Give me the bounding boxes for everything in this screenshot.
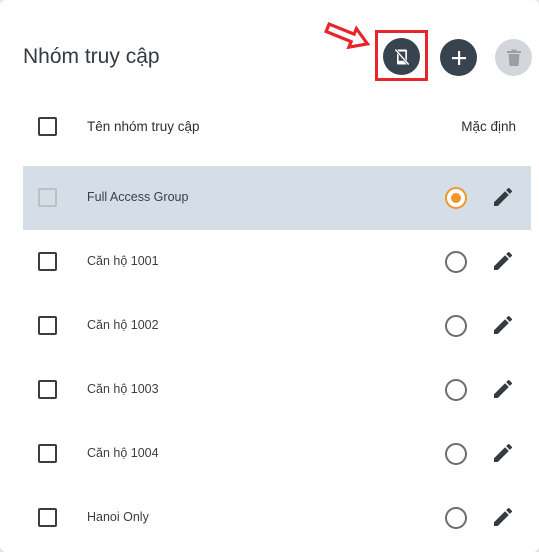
default-radio[interactable] <box>445 251 467 273</box>
edit-pencil-icon[interactable] <box>491 377 515 401</box>
row-checkbox[interactable] <box>38 252 57 271</box>
row-checkbox[interactable] <box>38 316 57 335</box>
group-name: Căn hộ 1003 <box>87 382 159 396</box>
edit-pencil-icon[interactable] <box>491 185 515 209</box>
row-checkbox[interactable] <box>38 444 57 463</box>
add-group-button[interactable] <box>440 39 477 76</box>
table-row[interactable]: Hanoi Only <box>23 486 531 550</box>
edit-pencil-icon[interactable] <box>491 249 515 273</box>
delete-group-button[interactable] <box>495 39 532 76</box>
table-header: Tên nhóm truy cập Mặc định <box>23 103 531 149</box>
group-name: Full Access Group <box>87 190 189 204</box>
select-all-checkbox[interactable] <box>38 117 57 136</box>
group-name: Căn hộ 1002 <box>87 318 159 332</box>
group-name: Hanoi Only <box>87 510 149 524</box>
default-radio[interactable] <box>445 315 467 337</box>
table-row[interactable]: Full Access Group <box>23 166 531 230</box>
access-group-card: Nhóm truy cập Tên nhóm truy cập Mặc định… <box>0 0 539 552</box>
edit-pencil-icon[interactable] <box>491 313 515 337</box>
row-checkbox[interactable] <box>38 508 57 527</box>
column-header-default: Mặc định <box>461 119 516 134</box>
default-radio[interactable] <box>445 443 467 465</box>
group-name: Căn hộ 1004 <box>87 446 159 460</box>
annotation-arrow-icon <box>324 21 371 50</box>
default-radio[interactable] <box>445 187 467 209</box>
default-radio[interactable] <box>445 379 467 401</box>
row-checkbox[interactable] <box>38 188 57 207</box>
no-phone-button[interactable] <box>383 38 420 75</box>
default-radio[interactable] <box>445 507 467 529</box>
group-name: Căn hộ 1001 <box>87 254 159 268</box>
table-row[interactable]: Căn hộ 1003 <box>23 358 531 422</box>
no-phone-icon <box>393 48 410 65</box>
edit-pencil-icon[interactable] <box>491 441 515 465</box>
page-title: Nhóm truy cập <box>23 45 160 68</box>
row-checkbox[interactable] <box>38 380 57 399</box>
trash-icon <box>506 49 521 66</box>
table-row[interactable]: Căn hộ 1001 <box>23 230 531 294</box>
table-row[interactable]: Căn hộ 1002 <box>23 294 531 358</box>
edit-pencil-icon[interactable] <box>491 505 515 529</box>
column-header-name: Tên nhóm truy cập <box>87 119 200 134</box>
plus-icon <box>451 50 466 65</box>
table-row[interactable]: Căn hộ 1004 <box>23 422 531 486</box>
